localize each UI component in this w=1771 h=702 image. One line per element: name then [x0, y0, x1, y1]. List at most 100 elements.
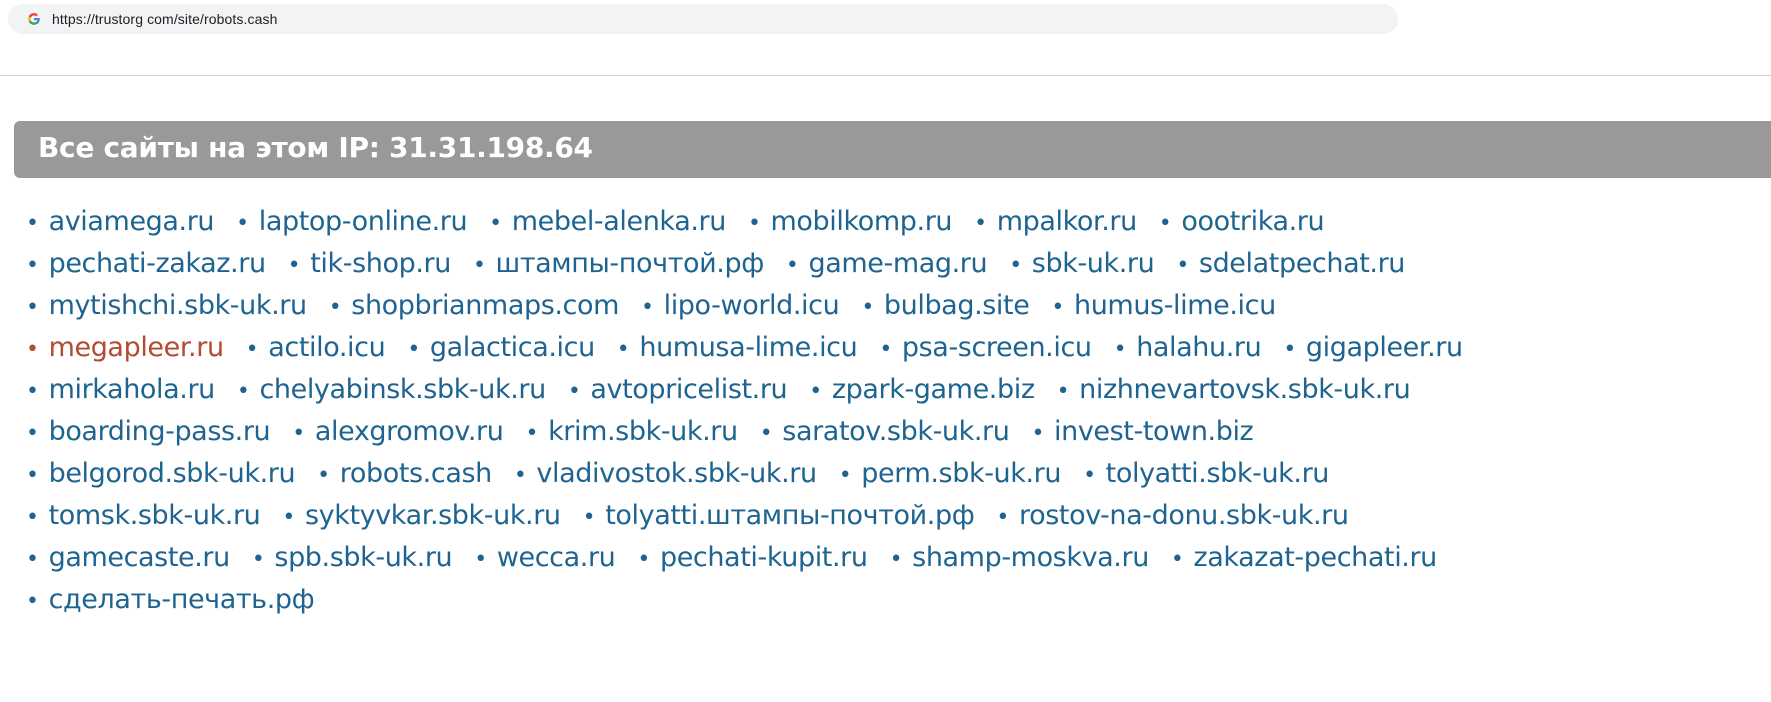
- site-link[interactable]: • shamp-moskva.ru: [890, 537, 1150, 581]
- site-link-label[interactable]: saratov.sbk-uk.ru: [782, 416, 1010, 447]
- site-link-label[interactable]: actilo.icu: [268, 332, 385, 363]
- site-link[interactable]: • halahu.ru: [1114, 327, 1262, 371]
- site-link-label[interactable]: avtopricelist.ru: [590, 374, 787, 405]
- site-link[interactable]: • alexgromov.ru: [292, 411, 504, 455]
- site-link[interactable]: • galactica.icu: [407, 327, 595, 371]
- site-link[interactable]: • humusa-lime.icu: [617, 327, 858, 371]
- site-link[interactable]: • lipo-world.icu: [641, 285, 840, 329]
- site-link[interactable]: • belgorod.sbk-uk.ru: [26, 453, 296, 497]
- site-link-label[interactable]: halahu.ru: [1136, 332, 1262, 363]
- site-link[interactable]: • gamecaste.ru: [26, 537, 230, 581]
- site-link-label[interactable]: mobilkomp.ru: [771, 206, 953, 237]
- site-link-label[interactable]: rostov-na-donu.sbk-uk.ru: [1019, 500, 1349, 531]
- site-link-label[interactable]: sdelatpechat.ru: [1199, 248, 1405, 279]
- site-link-label[interactable]: aviamega.ru: [49, 206, 215, 237]
- site-link[interactable]: • mpalkor.ru: [974, 201, 1137, 245]
- site-link-label[interactable]: vladivostok.sbk-uk.ru: [536, 458, 817, 489]
- site-link-label[interactable]: psa-screen.icu: [902, 332, 1092, 363]
- site-link-label[interactable]: shopbrianmaps.com: [351, 290, 619, 321]
- site-link[interactable]: • psa-screen.icu: [879, 327, 1092, 371]
- site-link-label[interactable]: megapleer.ru: [49, 332, 224, 363]
- site-link[interactable]: • nizhnevartovsk.sbk-uk.ru: [1057, 369, 1411, 413]
- site-link-label[interactable]: штампы-почтой.рф: [496, 248, 765, 279]
- site-link-label[interactable]: krim.sbk-uk.ru: [548, 416, 738, 447]
- site-link[interactable]: • bulbag.site: [861, 285, 1030, 329]
- site-link-label[interactable]: tolyatti.sbk-uk.ru: [1106, 458, 1330, 489]
- site-link[interactable]: • pechati-zakaz.ru: [26, 243, 266, 287]
- site-link-label[interactable]: pechati-kupit.ru: [660, 542, 868, 573]
- site-link-label[interactable]: humusa-lime.icu: [639, 332, 857, 363]
- site-link[interactable]: • saratov.sbk-uk.ru: [760, 411, 1010, 455]
- site-link-label[interactable]: mirkahola.ru: [49, 374, 216, 405]
- site-link[interactable]: • mobilkomp.ru: [748, 201, 953, 245]
- site-link[interactable]: • robots.cash: [317, 453, 492, 497]
- site-link-label[interactable]: gigapleer.ru: [1306, 332, 1463, 363]
- site-link-label[interactable]: nizhnevartovsk.sbk-uk.ru: [1079, 374, 1411, 405]
- site-link-label[interactable]: chelyabinsk.sbk-uk.ru: [259, 374, 546, 405]
- site-link-label[interactable]: oootrika.ru: [1181, 206, 1324, 237]
- site-link[interactable]: • syktyvkar.sbk-uk.ru: [282, 495, 561, 539]
- site-link[interactable]: • rostov-na-donu.sbk-uk.ru: [996, 495, 1349, 539]
- site-link[interactable]: • vladivostok.sbk-uk.ru: [514, 453, 817, 497]
- site-link-label[interactable]: boarding-pass.ru: [49, 416, 271, 447]
- site-link[interactable]: • shopbrianmaps.com: [329, 285, 620, 329]
- site-link[interactable]: • game-mag.ru: [786, 243, 988, 287]
- site-link-label[interactable]: tomsk.sbk-uk.ru: [49, 500, 261, 531]
- site-link-label[interactable]: zakazat-pechati.ru: [1193, 542, 1437, 573]
- site-link[interactable]: • tolyatti.штампы-почтой.рф: [583, 495, 975, 539]
- site-link[interactable]: • oootrika.ru: [1159, 201, 1325, 245]
- site-link[interactable]: • spb.sbk-uk.ru: [252, 537, 453, 581]
- site-link[interactable]: • krim.sbk-uk.ru: [525, 411, 738, 455]
- site-link-label[interactable]: zpark-game.biz: [832, 374, 1035, 405]
- site-link[interactable]: • sbk-uk.ru: [1009, 243, 1155, 287]
- site-link[interactable]: • chelyabinsk.sbk-uk.ru: [237, 369, 546, 413]
- site-link-label[interactable]: humus-lime.icu: [1074, 290, 1276, 321]
- site-link-label[interactable]: mytishchi.sbk-uk.ru: [49, 290, 308, 321]
- site-link[interactable]: • wecca.ru: [474, 537, 616, 581]
- site-link-label[interactable]: mebel-alenka.ru: [512, 206, 727, 237]
- site-link[interactable]: • sdelatpechat.ru: [1176, 243, 1405, 287]
- site-link-label[interactable]: lipo-world.icu: [664, 290, 840, 321]
- site-link-label[interactable]: game-mag.ru: [808, 248, 987, 279]
- site-link[interactable]: • laptop-online.ru: [236, 201, 467, 245]
- site-link-label[interactable]: tik-shop.ru: [310, 248, 451, 279]
- site-link[interactable]: • tomsk.sbk-uk.ru: [26, 495, 261, 539]
- site-link-label[interactable]: belgorod.sbk-uk.ru: [49, 458, 296, 489]
- site-link[interactable]: • invest-town.biz: [1031, 411, 1253, 455]
- site-link[interactable]: • mebel-alenka.ru: [489, 201, 726, 245]
- site-link-label[interactable]: mpalkor.ru: [997, 206, 1138, 237]
- site-link[interactable]: • сделать-печать.рф: [26, 579, 315, 623]
- site-link-label[interactable]: alexgromov.ru: [315, 416, 504, 447]
- site-link-label[interactable]: bulbag.site: [884, 290, 1030, 321]
- site-link-label[interactable]: sbk-uk.ru: [1032, 248, 1155, 279]
- site-link[interactable]: • boarding-pass.ru: [26, 411, 271, 455]
- url-text[interactable]: https://trustorg com/site/robots.cash: [52, 11, 277, 27]
- site-link-label[interactable]: shamp-moskva.ru: [912, 542, 1149, 573]
- site-link[interactable]: • штампы-почтой.рф: [473, 243, 764, 287]
- site-link-label[interactable]: invest-town.biz: [1054, 416, 1254, 447]
- site-link[interactable]: • pechati-kupit.ru: [637, 537, 868, 581]
- site-link-label[interactable]: pechati-zakaz.ru: [49, 248, 266, 279]
- site-link-label[interactable]: spb.sbk-uk.ru: [274, 542, 452, 573]
- address-bar[interactable]: https://trustorg com/site/robots.cash: [8, 4, 1398, 34]
- site-link-label[interactable]: galactica.icu: [430, 332, 595, 363]
- site-link[interactable]: • megapleer.ru: [26, 327, 224, 371]
- site-link[interactable]: • actilo.icu: [246, 327, 386, 371]
- site-link-label[interactable]: syktyvkar.sbk-uk.ru: [305, 500, 561, 531]
- site-link-label[interactable]: laptop-online.ru: [259, 206, 468, 237]
- site-link[interactable]: • avtopricelist.ru: [568, 369, 788, 413]
- site-link-label[interactable]: сделать-печать.рф: [49, 584, 315, 615]
- site-link-label[interactable]: gamecaste.ru: [49, 542, 231, 573]
- site-link[interactable]: • gigapleer.ru: [1283, 327, 1463, 371]
- site-link-label[interactable]: perm.sbk-uk.ru: [861, 458, 1061, 489]
- site-link[interactable]: • mirkahola.ru: [26, 369, 215, 413]
- site-link[interactable]: • tik-shop.ru: [288, 243, 452, 287]
- site-link[interactable]: • zpark-game.biz: [809, 369, 1035, 413]
- site-link-label[interactable]: robots.cash: [340, 458, 492, 489]
- site-link[interactable]: • zakazat-pechati.ru: [1171, 537, 1437, 581]
- site-link[interactable]: • tolyatti.sbk-uk.ru: [1083, 453, 1329, 497]
- site-link-label[interactable]: wecca.ru: [497, 542, 616, 573]
- site-link[interactable]: • mytishchi.sbk-uk.ru: [26, 285, 307, 329]
- site-link[interactable]: • humus-lime.icu: [1051, 285, 1276, 329]
- site-link[interactable]: • perm.sbk-uk.ru: [839, 453, 1062, 497]
